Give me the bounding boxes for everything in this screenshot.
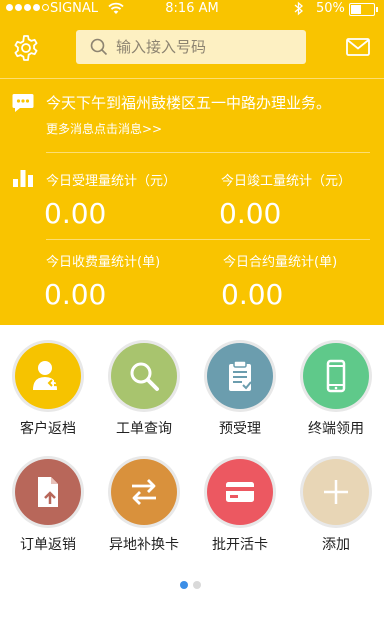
clipboard-icon bbox=[229, 360, 252, 391]
phone-icon bbox=[326, 359, 346, 393]
search-box[interactable] bbox=[76, 30, 306, 64]
bar-chart-icon bbox=[13, 170, 33, 187]
swap-arrows-icon bbox=[132, 479, 156, 505]
stats-divider bbox=[46, 239, 370, 240]
bluetooth-icon bbox=[294, 1, 303, 16]
work-order-query-circle bbox=[111, 343, 177, 409]
page-dot-2[interactable] bbox=[193, 581, 201, 589]
page-dot-1[interactable] bbox=[180, 581, 188, 589]
stat-value-contracts: 0.00 bbox=[221, 278, 284, 311]
order-reversal-button[interactable]: 订单返销 bbox=[0, 443, 96, 553]
battery-percent: 50% bbox=[316, 1, 345, 16]
pre-acceptance-circle bbox=[207, 343, 273, 409]
more-messages-link[interactable]: 更多消息点击消息>> bbox=[46, 120, 162, 137]
search-input[interactable] bbox=[116, 38, 286, 56]
remote-card-replace-circle bbox=[111, 459, 177, 525]
message-text[interactable]: 今天下午到福州鼓楼区五一中路办理业务。 bbox=[46, 92, 331, 113]
stat-value-accepted: 0.00 bbox=[44, 197, 107, 230]
order-reversal-circle bbox=[15, 459, 81, 525]
remote-card-replace-button[interactable]: 异地补换卡 bbox=[96, 443, 192, 553]
batch-activate-button[interactable]: 批开活卡 bbox=[192, 443, 288, 553]
add-button[interactable]: 添加 bbox=[288, 443, 384, 553]
stat-value-completed: 0.00 bbox=[219, 197, 282, 230]
page-indicator bbox=[180, 581, 201, 589]
order-reversal-label: 订单返销 bbox=[20, 537, 76, 553]
pre-acceptance-button[interactable]: 预受理 bbox=[192, 327, 288, 437]
customer-return-label: 客户返档 bbox=[20, 421, 76, 437]
work-order-query-label: 工单查询 bbox=[116, 421, 172, 437]
card-icon bbox=[226, 482, 254, 502]
search-icon bbox=[90, 38, 108, 56]
status-bar: SIGNAL 8:16 AM 50% bbox=[0, 0, 384, 20]
stat-label-charges: 今日收费量统计(单) bbox=[46, 255, 161, 270]
customer-return-circle bbox=[15, 343, 81, 409]
plus-icon bbox=[324, 480, 348, 504]
add-circle bbox=[303, 459, 369, 525]
message-divider bbox=[46, 152, 370, 153]
stat-label-completed: 今日竣工量统计（元） bbox=[221, 174, 352, 189]
settings-gear-icon[interactable] bbox=[12, 34, 40, 62]
header-divider bbox=[0, 78, 384, 79]
customer-return-icon bbox=[33, 361, 63, 390]
document-upload-icon bbox=[38, 477, 58, 507]
customer-return-button[interactable]: 客户返档 bbox=[0, 327, 96, 437]
batch-activate-circle bbox=[207, 459, 273, 525]
add-label: 添加 bbox=[322, 537, 350, 553]
stat-value-charges: 0.00 bbox=[44, 278, 107, 311]
stat-label-accepted: 今日受理量统计（元） bbox=[46, 174, 177, 189]
terminal-checkout-label: 终端领用 bbox=[308, 421, 364, 437]
mail-icon[interactable] bbox=[346, 38, 370, 56]
remote-card-replace-label: 异地补换卡 bbox=[109, 537, 179, 553]
magnifier-icon bbox=[130, 362, 159, 391]
terminal-checkout-circle bbox=[303, 343, 369, 409]
stat-label-contracts: 今日合约量统计(单) bbox=[223, 255, 338, 270]
message-bubble-icon bbox=[12, 94, 34, 112]
terminal-checkout-button[interactable]: 终端领用 bbox=[288, 327, 384, 437]
work-order-query-button[interactable]: 工单查询 bbox=[96, 327, 192, 437]
batch-activate-label: 批开活卡 bbox=[212, 537, 268, 553]
battery-icon bbox=[349, 3, 378, 16]
pre-acceptance-label: 预受理 bbox=[219, 421, 261, 437]
